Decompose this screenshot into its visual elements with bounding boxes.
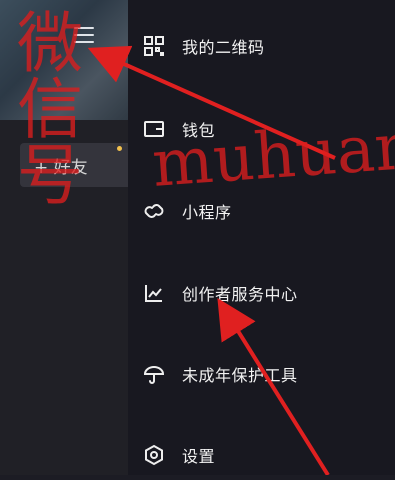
left-pane: + 好友 [0, 0, 128, 475]
menu-item-label: 钱包 [182, 121, 216, 140]
hamburger-menu-icon[interactable] [74, 27, 94, 45]
notification-dot [117, 146, 122, 151]
menu-item-label: 设置 [182, 447, 216, 466]
mini-program-icon [142, 199, 166, 223]
menu-item-label: 小程序 [182, 203, 232, 222]
menu-item-settings[interactable]: 设置 [128, 430, 395, 480]
menu-item-qr-code[interactable]: 我的二维码 [128, 21, 395, 71]
creator-chart-icon [142, 281, 166, 305]
menu-item-creator-center[interactable]: 创作者服务中心 [128, 268, 395, 318]
menu-item-label: 我的二维码 [182, 38, 265, 57]
menu-item-mini-program[interactable]: 小程序 [128, 186, 395, 236]
side-menu: 我的二维码 钱包 小程序 创作者服务中心 未成年保护工具 设置 [128, 0, 395, 475]
qr-code-icon [142, 34, 166, 58]
profile-background-image [0, 0, 128, 120]
add-friend-label: + 好友 [34, 157, 88, 178]
umbrella-icon [142, 362, 166, 386]
menu-item-minor-protection[interactable]: 未成年保护工具 [128, 349, 395, 399]
add-friend-button[interactable]: + 好友 [20, 143, 128, 187]
menu-item-wallet[interactable]: 钱包 [128, 104, 395, 154]
menu-item-label: 未成年保护工具 [182, 366, 298, 385]
wallet-icon [142, 117, 166, 141]
settings-icon [142, 443, 166, 467]
menu-item-label: 创作者服务中心 [182, 285, 298, 304]
